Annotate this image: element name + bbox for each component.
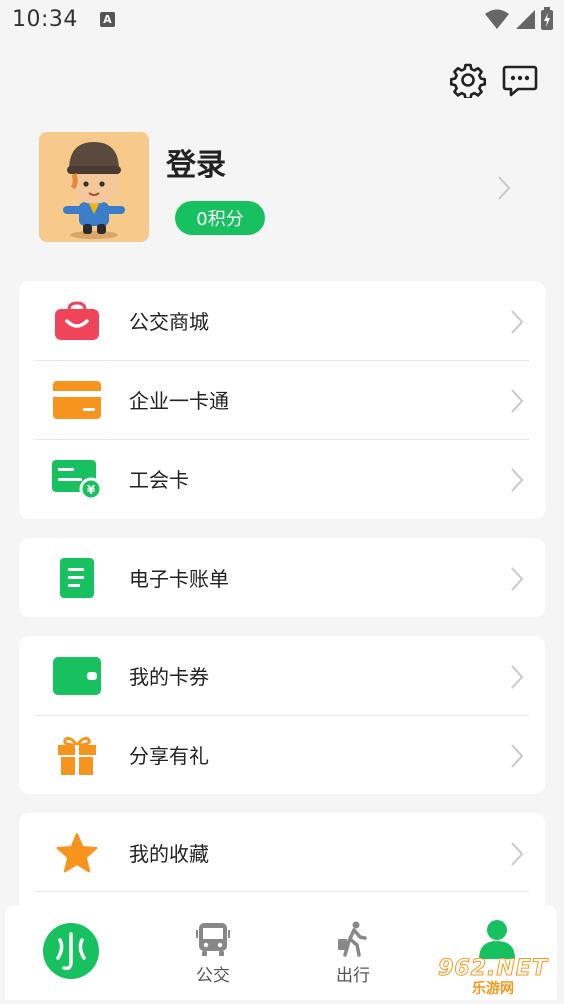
chevron-right-icon xyxy=(511,744,524,768)
login-label[interactable]: 登录 xyxy=(166,140,226,184)
menu-item-my-coupons[interactable]: 我的卡券 xyxy=(19,636,545,715)
user-icon xyxy=(479,920,515,959)
watermark-logo: 962.NET 乐游网 xyxy=(426,954,560,1000)
bus-icon xyxy=(196,923,230,956)
status-time: 10:34 xyxy=(12,6,78,32)
chevron-right-icon xyxy=(511,842,524,866)
star-icon xyxy=(52,829,102,877)
gift-icon xyxy=(52,731,102,779)
wifi-icon xyxy=(485,9,509,29)
svg-text:¥: ¥ xyxy=(87,483,96,497)
menu-item-label: 分享有礼 xyxy=(129,744,209,768)
menu-card-services: 公交商城 企业一卡通 ¥ 工会卡 xyxy=(19,281,545,519)
divider xyxy=(35,891,529,892)
status-notification-icon: A xyxy=(99,11,115,27)
tab-travel[interactable]: 出行 xyxy=(313,905,393,1000)
menu-item-union-card[interactable]: ¥ 工会卡 xyxy=(19,439,545,518)
bill-icon xyxy=(52,554,102,602)
chevron-right-icon xyxy=(511,389,524,413)
chevron-right-icon xyxy=(511,567,524,591)
union-card-icon: ¥ xyxy=(52,455,102,503)
chevron-right-icon xyxy=(511,310,524,334)
menu-card-favorites: 我的收藏 xyxy=(19,813,545,905)
menu-item-label: 工会卡 xyxy=(129,468,189,492)
menu-item-label: 企业一卡通 xyxy=(129,389,229,413)
menu-item-label: 我的卡券 xyxy=(129,665,209,689)
menu-item-label: 电子卡账单 xyxy=(129,567,229,591)
menu-item-label: 公交商城 xyxy=(129,310,209,334)
menu-card-bill: 电子卡账单 xyxy=(19,538,545,617)
status-bar: 10:34 A xyxy=(0,0,564,38)
header-actions xyxy=(450,62,538,98)
menu-card-coupons: 我的卡券 分享有礼 xyxy=(19,636,545,794)
message-icon[interactable] xyxy=(502,62,538,98)
battery-icon xyxy=(541,7,553,30)
wallet-icon xyxy=(52,652,102,700)
watermark-text: 962.NET xyxy=(438,956,548,981)
menu-item-label: 我的收藏 xyxy=(129,842,209,866)
menu-item-share-gift[interactable]: 分享有礼 xyxy=(19,715,545,794)
tab-label: 出行 xyxy=(336,966,370,986)
watermark-subtext: 乐游网 xyxy=(472,981,514,997)
avatar[interactable] xyxy=(39,132,149,242)
walking-icon xyxy=(338,921,367,957)
tab-bus[interactable]: 公交 xyxy=(173,905,253,1000)
gear-icon[interactable] xyxy=(450,62,486,98)
points-badge[interactable]: 0积分 xyxy=(175,201,265,235)
status-indicators xyxy=(484,7,554,31)
chevron-right-icon[interactable] xyxy=(496,174,512,202)
tab-home[interactable] xyxy=(39,905,103,1000)
card-icon xyxy=(52,376,102,424)
signal-icon xyxy=(516,10,535,29)
tab-label: 公交 xyxy=(196,966,230,986)
menu-item-my-favorites[interactable]: 我的收藏 xyxy=(19,813,545,892)
shopping-bag-icon xyxy=(52,297,102,345)
app-logo-icon xyxy=(43,923,99,979)
menu-item-enterprise-card[interactable]: 企业一卡通 xyxy=(19,360,545,439)
chevron-right-icon xyxy=(511,468,524,492)
avatar-character-icon xyxy=(63,142,125,239)
menu-item-e-card-bill[interactable]: 电子卡账单 xyxy=(19,538,545,617)
chevron-right-icon xyxy=(511,665,524,689)
menu-item-bus-mall[interactable]: 公交商城 xyxy=(19,281,545,360)
